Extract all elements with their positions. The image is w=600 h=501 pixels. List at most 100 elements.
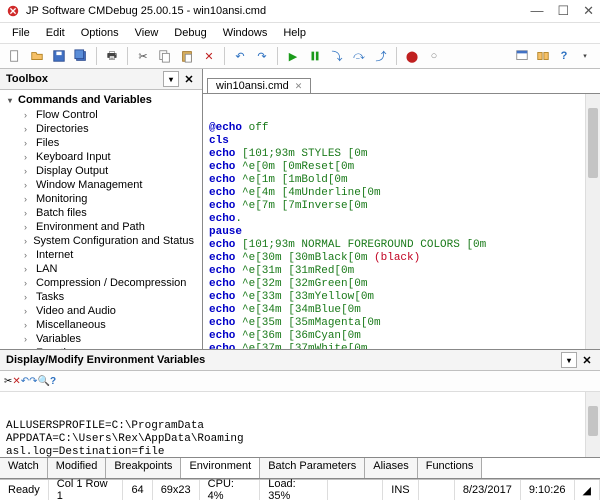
menu-debug[interactable]: Debug [166, 25, 214, 41]
toolbox-tree[interactable]: Commands and Variables Flow ControlDirec… [0, 90, 202, 349]
step-out-icon[interactable]: ⤴ [371, 46, 391, 66]
menu-file[interactable]: File [4, 25, 38, 41]
stop-icon[interactable]: ⬤ [402, 46, 422, 66]
run-icon[interactable]: ▶ [283, 46, 303, 66]
separator [127, 47, 128, 65]
scroll-thumb[interactable] [588, 406, 598, 436]
window-icon[interactable] [512, 46, 532, 66]
menu-help[interactable]: Help [275, 25, 314, 41]
redo-icon[interactable]: ↷ [252, 46, 272, 66]
tree-node[interactable]: System Configuration and Status [0, 234, 202, 248]
status-load: Load: 35% [260, 480, 328, 500]
bottom-tab[interactable]: Breakpoints [106, 458, 181, 478]
editor-tab[interactable]: win10ansi.cmd ✕ [207, 78, 311, 93]
find-icon[interactable]: 🔍 [38, 376, 50, 387]
tree-node[interactable]: Directories [0, 122, 202, 136]
tree-node[interactable]: Tasks [0, 290, 202, 304]
open-file-icon[interactable] [27, 46, 47, 66]
undo-icon[interactable]: ↶ [230, 46, 250, 66]
bottom-tab[interactable]: Batch Parameters [260, 458, 365, 478]
tab-label: win10ansi.cmd [216, 80, 289, 92]
delete-icon[interactable]: ✕ [12, 376, 20, 387]
menubar: File Edit Options View Debug Windows Hel… [0, 23, 600, 44]
undo-icon[interactable]: ↶ [21, 376, 29, 387]
pause-icon[interactable] [305, 46, 325, 66]
panel-close-icon[interactable]: ✕ [580, 353, 594, 367]
cut-icon[interactable]: ✂ [4, 376, 12, 387]
tab-close-icon[interactable]: ✕ [295, 81, 303, 92]
paste-icon[interactable] [177, 46, 197, 66]
tree-node[interactable]: Display Output [0, 164, 202, 178]
editor-panel: win10ansi.cmd ✕ @echo offclsecho [101;93… [203, 69, 600, 349]
bottom-tab[interactable]: Modified [48, 458, 107, 478]
menu-options[interactable]: Options [73, 25, 127, 41]
save-all-icon[interactable] [71, 46, 91, 66]
status-date: 8/23/2017 [455, 480, 521, 500]
panel-dropdown-icon[interactable]: ▾ [163, 71, 179, 87]
new-file-icon[interactable] [5, 46, 25, 66]
separator [396, 47, 397, 65]
tree-node[interactable]: LAN [0, 262, 202, 276]
env-line: APPDATA=C:\Users\Rex\AppData\Roaming [6, 433, 594, 446]
panel-close-icon[interactable]: ✕ [182, 72, 196, 86]
tree-node[interactable]: Miscellaneous [0, 318, 202, 332]
redo-icon[interactable]: ↷ [29, 376, 37, 387]
menu-view[interactable]: View [127, 25, 167, 41]
tree-node[interactable]: Flow Control [0, 108, 202, 122]
cut-icon[interactable]: ✂ [133, 46, 153, 66]
env-line: asl.log=Destination=file [6, 446, 594, 457]
print-icon[interactable]: 🖶 [102, 46, 122, 66]
scroll-thumb[interactable] [588, 108, 598, 178]
dropdown-icon[interactable]: ▾ [575, 46, 595, 66]
bottom-tab[interactable]: Watch [0, 458, 48, 478]
tree-node[interactable]: Window Management [0, 178, 202, 192]
help-icon[interactable]: ? [554, 46, 574, 66]
editor-tabs: win10ansi.cmd ✕ [203, 69, 600, 94]
menu-edit[interactable]: Edit [38, 25, 73, 41]
status-ins: INS [383, 480, 418, 500]
status-size: 69x23 [153, 480, 200, 500]
vertical-scrollbar[interactable] [585, 94, 600, 349]
menu-windows[interactable]: Windows [215, 25, 276, 41]
tree-node[interactable]: Functions [0, 346, 202, 349]
tree-node[interactable]: Monitoring [0, 192, 202, 206]
bottom-tab[interactable]: Environment [181, 458, 260, 478]
tree-root[interactable]: Commands and Variables [0, 92, 202, 108]
env-title: Display/Modify Environment Variables [6, 354, 205, 366]
save-icon[interactable] [49, 46, 69, 66]
tree-node[interactable]: Environment and Path [0, 220, 202, 234]
tree-node[interactable]: Files [0, 136, 202, 150]
titlebar: JP Software CMDebug 25.00.15 - win10ansi… [0, 0, 600, 23]
panel-dropdown-icon[interactable]: ▾ [561, 352, 577, 368]
copy-icon[interactable] [155, 46, 175, 66]
resize-grip-icon[interactable]: ◢ [575, 480, 600, 500]
code-editor[interactable]: @echo offclsecho [101;93m STYLES [0mecho… [203, 94, 600, 349]
tree-node[interactable]: Video and Audio [0, 304, 202, 318]
tree-node[interactable]: Compression / Decompression [0, 276, 202, 290]
tree-node[interactable]: Keyboard Input [0, 150, 202, 164]
delete-icon[interactable]: ✕ [199, 46, 219, 66]
tree-node[interactable]: Internet [0, 248, 202, 262]
step-into-icon[interactable]: ⤵ [327, 46, 347, 66]
help-icon[interactable]: ? [50, 376, 56, 387]
tree-node[interactable]: Batch files [0, 206, 202, 220]
minimize-button[interactable]: — [530, 3, 543, 19]
toolbox-panel: Toolbox ▾ ✕ Commands and Variables Flow … [0, 69, 203, 349]
close-button[interactable]: ✕ [583, 3, 594, 19]
bottom-tab[interactable]: Aliases [365, 458, 417, 478]
separator [96, 47, 97, 65]
window-title: JP Software CMDebug 25.00.15 - win10ansi… [26, 5, 266, 17]
toolbox-icon[interactable] [533, 46, 553, 66]
tree-node[interactable]: Variables [0, 332, 202, 346]
env-line: ALLUSERSPROFILE=C:\ProgramData [6, 420, 594, 433]
vertical-scrollbar[interactable] [585, 392, 600, 457]
record-icon[interactable]: ○ [424, 46, 444, 66]
status-ready: Ready [0, 480, 49, 500]
bottom-tabs: WatchModifiedBreakpointsEnvironmentBatch… [0, 457, 600, 478]
separator [224, 47, 225, 65]
maximize-button[interactable]: ☐ [557, 3, 569, 19]
step-over-icon[interactable]: ⤼ [349, 46, 369, 66]
env-body[interactable]: ALLUSERSPROFILE=C:\ProgramDataAPPDATA=C:… [0, 392, 600, 457]
env-header: Display/Modify Environment Variables ▾ ✕ [0, 350, 600, 371]
bottom-tab[interactable]: Functions [418, 458, 483, 478]
